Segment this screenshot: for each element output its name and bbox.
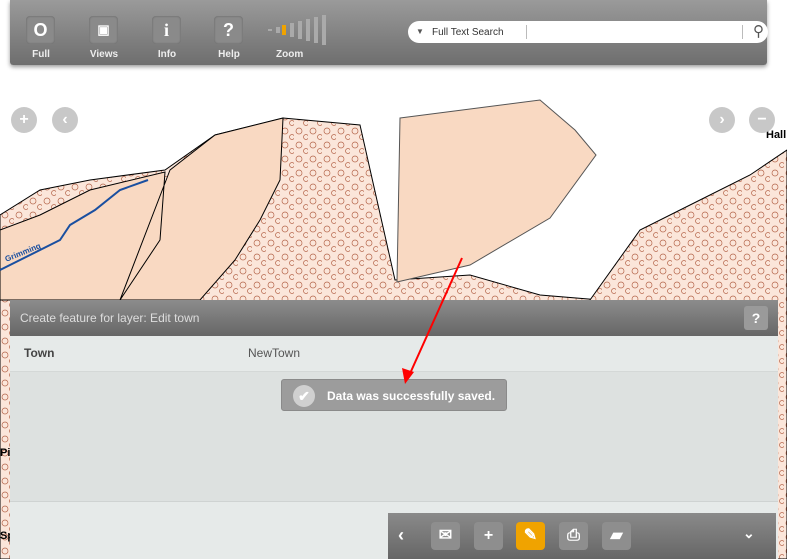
search-input[interactable]: ▼ Full Text Search ⚲ <box>408 21 768 43</box>
full-label: Full <box>32 49 50 60</box>
help-label: Help <box>218 49 240 60</box>
help-button[interactable]: ? Help <box>214 16 244 60</box>
create-feature-icon[interactable]: ✎ <box>516 522 545 550</box>
zoom-slider[interactable] <box>268 14 338 46</box>
field-row: Town NewTown <box>10 336 778 372</box>
search-dropdown-icon[interactable]: ▼ <box>416 27 424 36</box>
field-label: Town <box>24 346 55 360</box>
divider <box>526 25 527 39</box>
zoom-label: Zoom <box>276 49 304 60</box>
divider <box>742 25 743 39</box>
help-icon: ? <box>214 16 243 44</box>
mail-icon[interactable]: ✉ <box>431 522 460 550</box>
bottom-toolbar: ‹ ✉ + ✎ ⎙ ▰ ⌄ <box>388 513 776 559</box>
print-icon[interactable]: ⎙ <box>559 522 588 550</box>
map-label-pi: Pi <box>0 447 11 459</box>
add-icon[interactable]: + <box>474 522 503 550</box>
checkmark-icon: ✔ <box>293 385 315 407</box>
toast-message: Data was successfully saved. <box>327 389 496 403</box>
info-label: Info <box>157 49 177 60</box>
full-button[interactable]: O Full <box>26 16 56 60</box>
search-placeholder: Full Text Search <box>432 27 504 38</box>
main-toolbar: O Full ▣ Views i Info ? Help Zoom ▼ Full Tex… <box>10 0 768 65</box>
field-value[interactable]: NewTown <box>248 346 300 360</box>
chevron-left-icon[interactable]: ‹ <box>398 525 404 546</box>
success-toast: ✔ Data was successfully saved. <box>281 379 507 411</box>
chevron-down-icon[interactable]: ⌄ <box>743 525 755 542</box>
views-button[interactable]: ▣ Views <box>89 16 119 60</box>
circle-icon: O <box>26 16 55 44</box>
search-icon[interactable]: ⚲ <box>753 22 764 40</box>
pan-back-button[interactable]: ‹ <box>52 107 78 133</box>
zoom-out-button[interactable]: − <box>749 107 775 133</box>
panel-help-button[interactable]: ? <box>744 306 768 330</box>
pan-forward-button[interactable]: › <box>709 107 735 133</box>
eraser-icon[interactable]: ▰ <box>602 522 631 550</box>
info-icon: i <box>152 16 181 44</box>
panel-header: Create feature for layer: Edit town ? <box>10 300 778 336</box>
new-town-polygon <box>396 99 597 283</box>
info-button[interactable]: i Info <box>152 16 182 60</box>
panel-title: Create feature for layer: Edit town <box>20 311 200 325</box>
views-label: Views <box>89 49 119 60</box>
views-icon: ▣ <box>89 16 118 44</box>
zoom-in-button[interactable]: + <box>11 107 37 133</box>
